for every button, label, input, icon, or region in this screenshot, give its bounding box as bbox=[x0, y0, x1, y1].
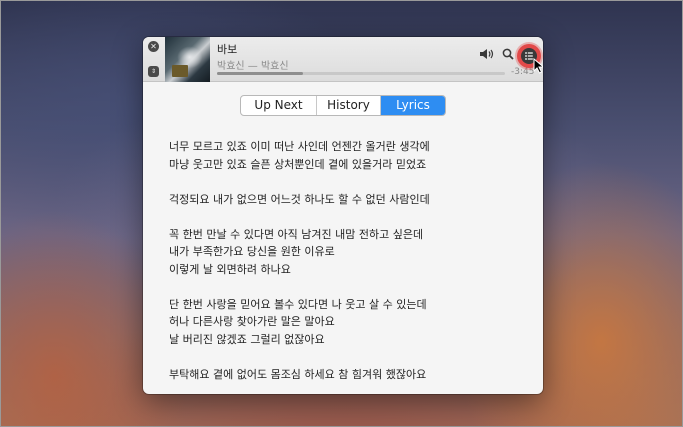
mini-player-icon: ⇕ bbox=[150, 68, 157, 75]
close-icon: ✕ bbox=[150, 42, 157, 51]
lyrics-line: 허나 다른사랑 찾아가란 말은 말아요 bbox=[169, 315, 335, 328]
lyrics-stanza: 걱정되요 내가 없으면 어느것 하나도 할 수 없던 사람인데 bbox=[169, 191, 519, 209]
lyrics-stanza: 단 한번 사랑을 믿어요 볼수 있다면 나 웃고 살 수 있는데 허나 다른사랑… bbox=[169, 296, 519, 349]
lyrics-line: 마냥 웃고만 있죠 슬픈 상처뿐인데 곁에 있을거라 믿었죠 bbox=[169, 157, 427, 171]
lyrics-stanza: 꼭 한번 만날 수 있다면 아직 남겨진 내맘 전하고 싶은데 내가 부족한가요… bbox=[169, 226, 519, 279]
mini-player-window: ✕ ⇕ 바보 박효신 — 박효신 -3:45 Up Next History L… bbox=[143, 37, 543, 394]
lyrics-stanza: 너무 모르고 있죠 이미 떠난 사인데 언젠간 올거란 생각에 마냥 웃고만 있… bbox=[169, 138, 519, 173]
track-artist: 박효신 — 박효신 bbox=[217, 61, 289, 72]
lyrics-stanza: 부탁해요 곁에 없어도 몸조심 하세요 참 힘겨워 했잖아요 bbox=[169, 366, 519, 384]
lyrics-line: 부탁해요 곁에 없어도 몸조심 하세요 참 힘겨워 했잖아요 bbox=[169, 367, 427, 381]
progress-fill bbox=[217, 72, 304, 75]
tab-lyrics[interactable]: Lyrics bbox=[381, 96, 445, 115]
cursor-icon bbox=[533, 58, 543, 74]
time-remaining: -3:45 bbox=[511, 67, 535, 77]
tab-up-next[interactable]: Up Next bbox=[241, 96, 317, 115]
progress-bar[interactable] bbox=[217, 72, 505, 75]
lyrics-line: 내가 부족한가요 당신을 원한 이유로 bbox=[169, 245, 335, 258]
close-button[interactable]: ✕ bbox=[148, 41, 159, 52]
player-header: ✕ ⇕ 바보 박효신 — 박효신 -3:45 bbox=[143, 37, 543, 82]
lyrics-line: 이렇게 날 외면하려 하나요 bbox=[169, 262, 291, 276]
lyrics-panel: 너무 모르고 있죠 이미 떠난 사인데 언젠간 올거란 생각에 마냥 웃고만 있… bbox=[169, 138, 519, 394]
lyrics-line: 너무 모르고 있죠 이미 떠난 사인데 언젠간 올거란 생각에 bbox=[169, 140, 430, 153]
track-title: 바보 bbox=[217, 43, 238, 56]
mini-player-toggle-button[interactable]: ⇕ bbox=[148, 66, 159, 77]
view-tabs: Up Next History Lyrics bbox=[240, 95, 446, 116]
tab-history[interactable]: History bbox=[317, 96, 381, 115]
volume-icon[interactable] bbox=[479, 47, 495, 61]
lyrics-line: 단 한번 사랑을 믿어요 볼수 있다면 나 웃고 살 수 있는데 bbox=[169, 297, 427, 311]
album-artwork[interactable] bbox=[165, 37, 210, 82]
lyrics-line: 걱정되요 내가 없으면 어느것 하나도 할 수 없던 사람인데 bbox=[169, 192, 430, 206]
lyrics-line: 꼭 한번 만날 수 있다면 아직 남겨진 내맘 전하고 싶은데 bbox=[169, 227, 424, 241]
lyrics-line: 날 버리진 않겠죠 그럴리 없잖아요 bbox=[169, 332, 325, 346]
search-icon[interactable] bbox=[502, 48, 514, 60]
